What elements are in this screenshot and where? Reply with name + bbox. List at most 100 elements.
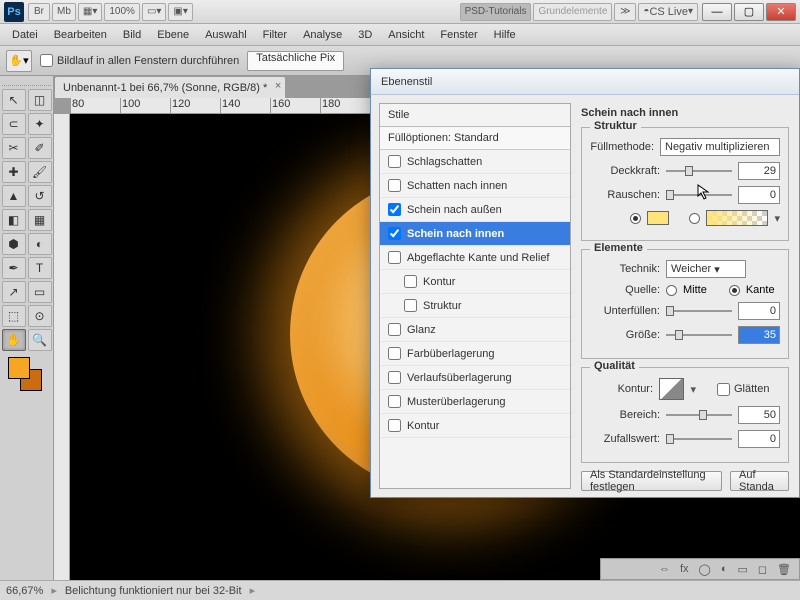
menu-datei[interactable]: Datei: [6, 27, 44, 43]
lasso-tool[interactable]: ⊂: [2, 113, 26, 135]
workspace-psdtutorials[interactable]: PSD-Tutorials: [460, 3, 532, 21]
color-radio[interactable]: [630, 213, 641, 224]
bridge-button[interactable]: Br: [28, 3, 50, 21]
noise-value[interactable]: 0: [738, 186, 780, 204]
document-tab[interactable]: Unbenannt-1 bei 66,7% (Sonne, RGB/8) * ×: [54, 76, 286, 98]
source-center-radio[interactable]: [666, 285, 677, 296]
menu-3d[interactable]: 3D: [352, 27, 378, 43]
chevron-down-icon[interactable]: ▾: [774, 212, 780, 225]
drop-shadow-row[interactable]: Schlagschatten: [380, 150, 570, 174]
path-tool[interactable]: ↗: [2, 281, 26, 303]
chevron-down-icon[interactable]: ▾: [690, 383, 696, 396]
eyedropper-tool[interactable]: ✐: [28, 137, 52, 159]
glow-gradient[interactable]: [706, 210, 768, 226]
opacity-value[interactable]: 29: [738, 162, 780, 180]
minibridge-button[interactable]: Mb: [52, 3, 76, 21]
bevel-contour-row[interactable]: Kontur: [380, 270, 570, 294]
eraser-tool[interactable]: ◧: [2, 209, 26, 231]
antialias-checkbox[interactable]: Glätten: [717, 383, 780, 396]
cslive-button[interactable]: ◓ CS Live ▾: [638, 3, 698, 21]
fill-options-row[interactable]: Füllöptionen: Standard: [380, 127, 570, 150]
workspace-more[interactable]: ≫: [614, 3, 636, 21]
menu-bearbeiten[interactable]: Bearbeiten: [48, 27, 113, 43]
crop-tool[interactable]: ✂: [2, 137, 26, 159]
hand-tool[interactable]: ✋: [2, 329, 26, 351]
stamp-tool[interactable]: ▲: [2, 185, 26, 207]
zoom-tool[interactable]: 🔍: [28, 329, 52, 351]
range-slider[interactable]: [666, 408, 732, 422]
window-minimize[interactable]: —: [702, 3, 732, 21]
workspace-grundelemente[interactable]: Grundelemente: [533, 3, 612, 21]
color-swatches[interactable]: [2, 357, 51, 397]
make-default-button[interactable]: Als Standardeinstellung festlegen: [581, 471, 722, 491]
menu-bild[interactable]: Bild: [117, 27, 147, 43]
bevel-row[interactable]: Abgeflachte Kante und Relief: [380, 246, 570, 270]
gradient-overlay-row[interactable]: Verlaufsüberlagerung: [380, 366, 570, 390]
actual-pixels-button[interactable]: Tatsächliche Pix: [247, 51, 344, 71]
inner-glow-row[interactable]: Schein nach innen: [380, 222, 570, 246]
arrange-button[interactable]: ▭▾: [142, 3, 166, 21]
foreground-swatch[interactable]: [8, 357, 30, 379]
trash-icon[interactable]: 🗑: [777, 563, 791, 576]
palette-grip[interactable]: [2, 78, 51, 86]
styles-header[interactable]: Stile: [380, 104, 570, 127]
shape-tool[interactable]: ▭: [28, 281, 52, 303]
range-value[interactable]: 50: [738, 406, 780, 424]
view-extras-button[interactable]: ▦▾: [78, 3, 102, 21]
adjustment-icon[interactable]: ◐: [721, 563, 728, 575]
pen-tool[interactable]: ✒: [2, 257, 26, 279]
menu-fenster[interactable]: Fenster: [434, 27, 483, 43]
fx-icon[interactable]: fx: [680, 563, 689, 575]
blendmode-select[interactable]: Negativ multiplizieren: [660, 138, 780, 156]
zoom-level[interactable]: 100%: [104, 3, 140, 21]
choke-slider[interactable]: [666, 304, 732, 318]
choke-value[interactable]: 0: [738, 302, 780, 320]
contour-picker[interactable]: [659, 378, 684, 400]
3d-tool[interactable]: ⬚: [2, 305, 26, 327]
blur-tool[interactable]: ⬢: [2, 233, 26, 255]
menu-ansicht[interactable]: Ansicht: [382, 27, 430, 43]
move-tool[interactable]: ↖: [2, 89, 26, 111]
quickselect-tool[interactable]: ✦: [28, 113, 52, 135]
menu-auswahl[interactable]: Auswahl: [199, 27, 253, 43]
gradient-radio[interactable]: [689, 213, 700, 224]
size-value[interactable]: 35: [738, 326, 780, 344]
menu-filter[interactable]: Filter: [257, 27, 293, 43]
gradient-tool[interactable]: ▦: [28, 209, 52, 231]
scroll-all-checkbox[interactable]: Bildlauf in allen Fenstern durchführen: [40, 54, 239, 67]
outer-glow-row[interactable]: Schein nach außen: [380, 198, 570, 222]
pattern-overlay-row[interactable]: Musterüberlagerung: [380, 390, 570, 414]
dodge-tool[interactable]: ◐: [28, 233, 52, 255]
technique-select[interactable]: Weicher ▾: [666, 260, 746, 278]
history-brush-tool[interactable]: ↺: [28, 185, 52, 207]
satin-row[interactable]: Glanz: [380, 318, 570, 342]
3dcamera-tool[interactable]: ⊙: [28, 305, 52, 327]
reset-default-button[interactable]: Auf Standa: [730, 471, 789, 491]
menu-hilfe[interactable]: Hilfe: [488, 27, 522, 43]
bevel-texture-row[interactable]: Struktur: [380, 294, 570, 318]
noise-slider[interactable]: [666, 188, 732, 202]
dialog-title[interactable]: Ebenenstil: [371, 69, 799, 95]
heal-tool[interactable]: ✚: [2, 161, 26, 183]
brush-tool[interactable]: 🖌: [28, 161, 52, 183]
jitter-value[interactable]: 0: [738, 430, 780, 448]
link-icon[interactable]: ⇔: [659, 563, 670, 575]
new-layer-icon[interactable]: ◻: [758, 563, 767, 576]
hand-tool-preset[interactable]: ✋▾: [6, 50, 32, 72]
source-edge-radio[interactable]: [729, 285, 740, 296]
opacity-slider[interactable]: [666, 164, 732, 178]
screenmode-button[interactable]: ▣▾: [168, 3, 192, 21]
jitter-slider[interactable]: [666, 432, 732, 446]
marquee-tool[interactable]: ◫: [28, 89, 52, 111]
size-slider[interactable]: [666, 328, 732, 342]
mask-icon[interactable]: ◯: [699, 563, 711, 576]
color-overlay-row[interactable]: Farbüberlagerung: [380, 342, 570, 366]
inner-shadow-row[interactable]: Schatten nach innen: [380, 174, 570, 198]
folder-icon[interactable]: ▭: [737, 563, 747, 576]
stroke-row[interactable]: Kontur: [380, 414, 570, 438]
status-zoom[interactable]: 66,67%: [6, 585, 43, 597]
glow-color-chip[interactable]: [647, 211, 669, 225]
window-close[interactable]: ✕: [766, 3, 796, 21]
menu-ebene[interactable]: Ebene: [151, 27, 195, 43]
type-tool[interactable]: T: [28, 257, 52, 279]
